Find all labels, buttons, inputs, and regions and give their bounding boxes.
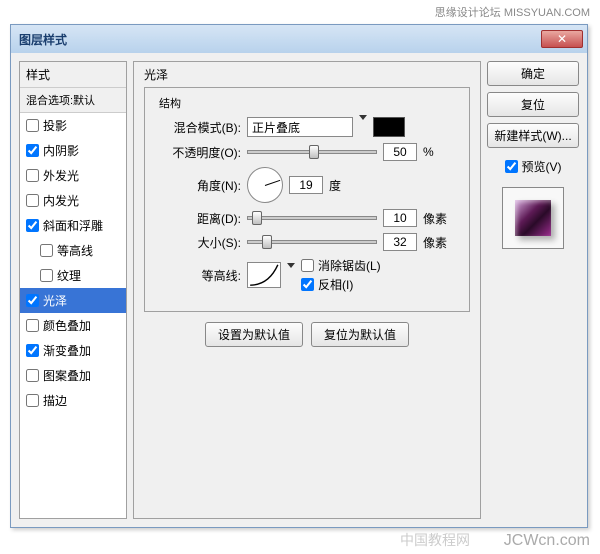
style-checkbox-9[interactable]	[26, 344, 39, 357]
titlebar: 图层样式 ✕	[11, 25, 587, 53]
opacity-unit: %	[423, 145, 447, 159]
watermark-bottom: JCWcn.com	[504, 532, 590, 550]
preview-swatch	[502, 187, 564, 249]
angle-dial[interactable]	[247, 167, 283, 203]
distance-label: 距离(D):	[155, 210, 241, 227]
watermark-top: 思缘设计论坛 MISSYUAN.COM	[435, 4, 590, 20]
style-label-9: 渐变叠加	[43, 342, 91, 359]
preview-checkbox[interactable]: 预览(V)	[487, 158, 579, 175]
distance-unit: 像素	[423, 210, 447, 227]
preview-inner	[515, 200, 551, 236]
main-title: 光泽	[144, 66, 470, 83]
style-checkbox-5[interactable]	[40, 244, 53, 257]
style-item-0[interactable]: 投影	[20, 113, 126, 138]
distance-slider[interactable]	[247, 216, 377, 220]
contour-label: 等高线:	[155, 267, 241, 284]
style-item-7[interactable]: 光泽	[20, 288, 126, 313]
style-item-1[interactable]: 内阴影	[20, 138, 126, 163]
antialias-checkbox[interactable]: 消除锯齿(L)	[301, 257, 381, 274]
size-unit: 像素	[423, 234, 447, 251]
dialog-body: 样式 混合选项:默认 投影内阴影外发光内发光斜面和浮雕等高线纹理光泽颜色叠加渐变…	[11, 53, 587, 527]
invert-checkbox[interactable]: 反相(I)	[301, 276, 381, 293]
style-label-10: 图案叠加	[43, 367, 91, 384]
style-label-1: 内阴影	[43, 142, 79, 159]
angle-label: 角度(N):	[155, 177, 241, 194]
style-label-6: 纹理	[57, 267, 81, 284]
style-checkbox-10[interactable]	[26, 369, 39, 382]
angle-unit: 度	[329, 177, 353, 194]
style-label-2: 外发光	[43, 167, 79, 184]
style-label-0: 投影	[43, 117, 67, 134]
blend-mode-select[interactable]: 正片叠底	[247, 117, 353, 137]
style-label-11: 描边	[43, 392, 67, 409]
new-style-button[interactable]: 新建样式(W)...	[487, 123, 579, 148]
blend-mode-value: 正片叠底	[252, 119, 300, 136]
size-slider[interactable]	[247, 240, 377, 244]
antialias-label: 消除锯齿(L)	[318, 257, 381, 274]
blend-mode-label: 混合模式(B):	[155, 119, 241, 136]
style-item-4[interactable]: 斜面和浮雕	[20, 213, 126, 238]
style-item-2[interactable]: 外发光	[20, 163, 126, 188]
side-panel: 确定 复位 新建样式(W)... 预览(V)	[487, 61, 579, 519]
style-checkbox-11[interactable]	[26, 394, 39, 407]
invert-check-input[interactable]	[301, 278, 314, 291]
style-item-3[interactable]: 内发光	[20, 188, 126, 213]
opacity-input[interactable]	[383, 143, 417, 161]
styles-header[interactable]: 样式	[20, 62, 126, 88]
opacity-label: 不透明度(O):	[155, 144, 241, 161]
layer-style-dialog: 图层样式 ✕ 样式 混合选项:默认 投影内阴影外发光内发光斜面和浮雕等高线纹理光…	[10, 24, 588, 528]
reset-default-button[interactable]: 复位为默认值	[311, 322, 409, 347]
style-label-3: 内发光	[43, 192, 79, 209]
style-item-5[interactable]: 等高线	[20, 238, 126, 263]
fieldset-title: 结构	[155, 95, 185, 111]
set-default-button[interactable]: 设置为默认值	[205, 322, 303, 347]
close-button[interactable]: ✕	[541, 30, 583, 48]
style-checkbox-2[interactable]	[26, 169, 39, 182]
style-checkbox-8[interactable]	[26, 319, 39, 332]
preview-check-input[interactable]	[505, 160, 518, 173]
structure-fieldset: 结构 混合模式(B): 正片叠底 不透明度(O): % 角度(N):	[144, 87, 470, 312]
style-checkbox-7[interactable]	[26, 294, 39, 307]
main-panel: 光泽 结构 混合模式(B): 正片叠底 不透明度(O): %	[133, 61, 481, 519]
angle-input[interactable]	[289, 176, 323, 194]
close-icon: ✕	[557, 32, 567, 46]
distance-input[interactable]	[383, 209, 417, 227]
style-item-10[interactable]: 图案叠加	[20, 363, 126, 388]
chevron-down-icon[interactable]	[287, 268, 295, 282]
style-item-11[interactable]: 描边	[20, 388, 126, 413]
opacity-slider[interactable]	[247, 150, 377, 154]
blend-options-item[interactable]: 混合选项:默认	[20, 88, 126, 113]
style-checkbox-4[interactable]	[26, 219, 39, 232]
watermark-bottom2: 中国教程网	[400, 530, 470, 550]
style-label-7: 光泽	[43, 292, 67, 309]
size-input[interactable]	[383, 233, 417, 251]
style-item-9[interactable]: 渐变叠加	[20, 338, 126, 363]
size-label: 大小(S):	[155, 234, 241, 251]
style-label-5: 等高线	[57, 242, 93, 259]
antialias-check-input[interactable]	[301, 259, 314, 272]
style-checkbox-3[interactable]	[26, 194, 39, 207]
style-checkbox-0[interactable]	[26, 119, 39, 132]
style-label-8: 颜色叠加	[43, 317, 91, 334]
contour-picker[interactable]	[247, 262, 281, 288]
styles-list: 样式 混合选项:默认 投影内阴影外发光内发光斜面和浮雕等高线纹理光泽颜色叠加渐变…	[19, 61, 127, 519]
style-checkbox-1[interactable]	[26, 144, 39, 157]
reset-button[interactable]: 复位	[487, 92, 579, 117]
color-swatch[interactable]	[373, 117, 405, 137]
style-item-6[interactable]: 纹理	[20, 263, 126, 288]
style-checkbox-6[interactable]	[40, 269, 53, 282]
style-item-8[interactable]: 颜色叠加	[20, 313, 126, 338]
dialog-title: 图层样式	[19, 31, 67, 48]
chevron-down-icon[interactable]	[359, 120, 367, 134]
ok-button[interactable]: 确定	[487, 61, 579, 86]
preview-label: 预览(V)	[522, 158, 562, 175]
style-label-4: 斜面和浮雕	[43, 217, 103, 234]
invert-label: 反相(I)	[318, 276, 353, 293]
